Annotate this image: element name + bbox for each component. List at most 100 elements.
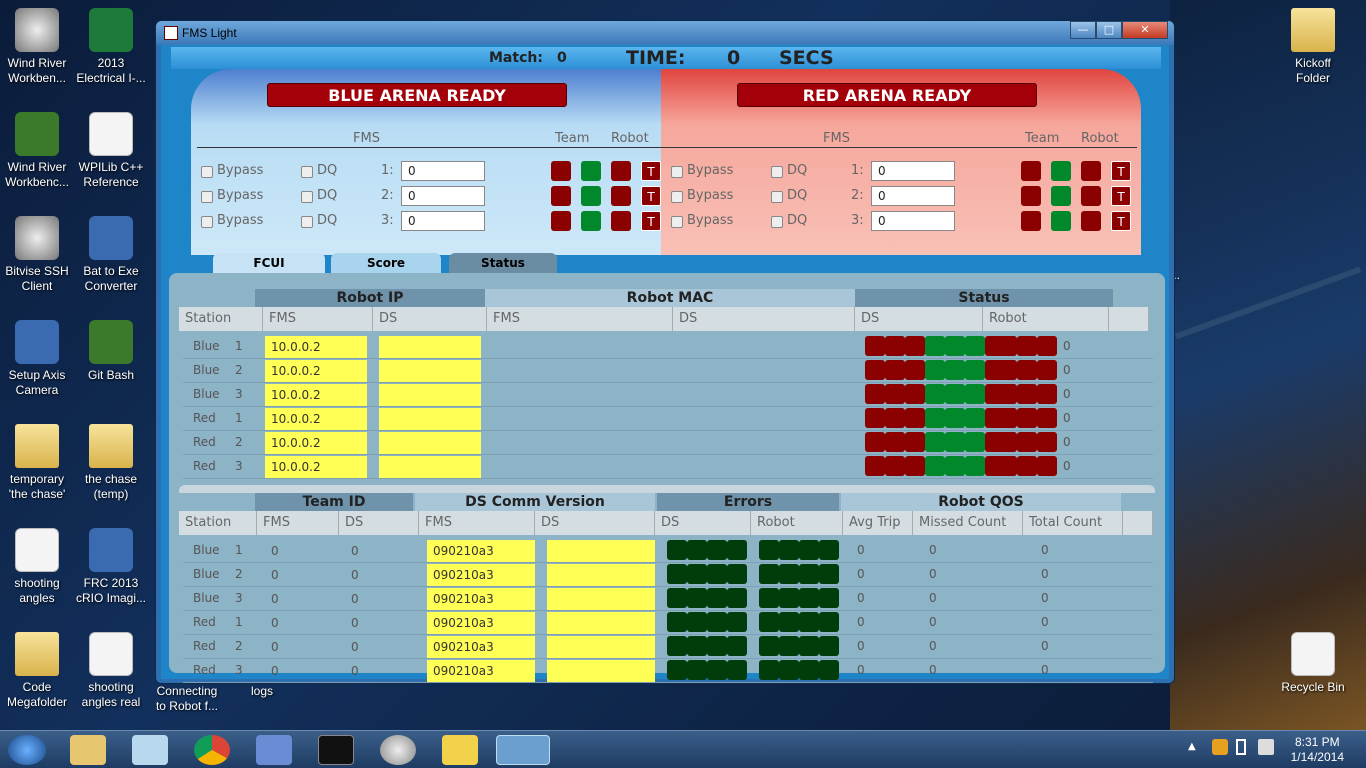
red-team-number-input[interactable]: 0 xyxy=(871,211,955,231)
table-row[interactable]: Red 3 10.0.0.2 0 xyxy=(183,455,1153,479)
red-dq-checkbox[interactable] xyxy=(771,216,783,228)
table-row[interactable]: Blue 3 10.0.0.2 0 xyxy=(183,383,1153,407)
red-bypass-checkbox[interactable] xyxy=(671,191,683,203)
blue-team-number-input[interactable]: 0 xyxy=(401,211,485,231)
ds-status-light xyxy=(945,384,965,404)
minimize-button[interactable]: — xyxy=(1070,21,1096,39)
ds-status-light xyxy=(885,456,905,476)
maximize-button[interactable]: □ xyxy=(1096,21,1122,39)
table-row[interactable]: Blue 1 10.0.0.2 0 xyxy=(183,335,1153,359)
desktop-icon[interactable]: Wind River Workben... xyxy=(0,8,74,86)
red-team-number-input[interactable]: 0 xyxy=(871,161,955,181)
blue-test-button[interactable]: T xyxy=(641,211,661,231)
explorer-icon[interactable] xyxy=(70,735,106,765)
desktop-icon-label: angles xyxy=(19,591,55,605)
blue-dq-checkbox[interactable] xyxy=(301,216,313,228)
red-test-button[interactable]: T xyxy=(1111,186,1131,206)
red-bypass-checkbox[interactable] xyxy=(671,166,683,178)
red-bypass-checkbox[interactable] xyxy=(671,216,683,228)
red-fms-label: FMS xyxy=(823,131,850,146)
infinity-icon[interactable] xyxy=(256,735,292,765)
robot-status-light xyxy=(1017,336,1037,356)
start-orb-icon[interactable] xyxy=(8,735,46,765)
table-row[interactable]: Blue 1 0 0 090210a3 0 0 0 xyxy=(183,539,1153,563)
notepad-icon[interactable] xyxy=(132,735,168,765)
close-button[interactable]: ✕ xyxy=(1122,21,1168,39)
ds-error-light xyxy=(687,636,707,656)
ds-status-light xyxy=(905,384,925,404)
windriver-icon[interactable] xyxy=(380,735,416,765)
tab-status[interactable]: Status xyxy=(449,253,557,273)
red-dq-checkbox[interactable] xyxy=(771,191,783,203)
show-hidden-icons-icon[interactable]: ▲ xyxy=(1188,741,1196,752)
station-name: Blue xyxy=(193,339,220,353)
battery-icon[interactable] xyxy=(1236,739,1246,755)
desktop-icon[interactable]: shooting angles real xyxy=(74,632,148,710)
labview-icon[interactable] xyxy=(442,735,478,765)
desktop-icon[interactable]: 2013 Electrical I-... xyxy=(74,8,148,86)
desktop-icon[interactable]: the chase (temp) xyxy=(74,424,148,502)
desktop-icon[interactable]: Code Megafolder xyxy=(0,632,74,710)
ds-version-ds xyxy=(547,540,655,562)
tab-fcui[interactable]: FCUI xyxy=(213,253,325,273)
table-row[interactable]: Red 1 10.0.0.2 0 xyxy=(183,407,1153,431)
robot-error-light xyxy=(799,660,819,680)
desktop-icon[interactable]: Wind River Workbenc... xyxy=(0,112,74,190)
match-label: Match: xyxy=(489,50,543,66)
ds-status-light xyxy=(925,336,945,356)
total-count: 0 xyxy=(1041,639,1049,653)
fms-icon[interactable] xyxy=(496,735,550,765)
blue-bypass-checkbox[interactable] xyxy=(201,166,213,178)
blue-test-button[interactable]: T xyxy=(641,161,661,181)
desktop-icon-label: Kickoff xyxy=(1295,56,1331,70)
ds-status-light xyxy=(965,384,985,404)
tab-score[interactable]: Score xyxy=(331,253,441,273)
ds-version-fms: 090210a3 xyxy=(427,540,535,562)
desktop-icon[interactable]: Bat to Exe Converter xyxy=(74,216,148,294)
desktop-icon[interactable]: Git Bash xyxy=(74,320,148,383)
column-header: Avg Trip xyxy=(843,511,913,535)
title-bar[interactable]: FMS Light — □ ✕ xyxy=(156,21,1174,45)
table-row[interactable]: Red 1 0 0 090210a3 0 0 0 xyxy=(183,611,1153,635)
table-row[interactable]: Blue 2 10.0.0.2 0 xyxy=(183,359,1153,383)
robot-error-light xyxy=(799,612,819,632)
table-row[interactable]: Blue 3 0 0 090210a3 0 0 0 xyxy=(183,587,1153,611)
red-dq-checkbox[interactable] xyxy=(771,166,783,178)
team-id-ds: 0 xyxy=(351,568,359,582)
chrome-icon[interactable] xyxy=(194,735,230,765)
blue-bypass-checkbox[interactable] xyxy=(201,191,213,203)
table-row[interactable]: Blue 2 0 0 090210a3 0 0 0 xyxy=(183,563,1153,587)
desktop-icon[interactable]: Kickoff Folder xyxy=(1276,8,1350,86)
ds-status-light xyxy=(865,336,885,356)
group-header: Team ID xyxy=(255,493,413,511)
red-test-button[interactable]: T xyxy=(1111,161,1131,181)
table-row[interactable]: Red 2 10.0.0.2 0 xyxy=(183,431,1153,455)
robot-error-light xyxy=(799,540,819,560)
cmd-icon[interactable] xyxy=(318,735,354,765)
desktop-icon[interactable]: temporary'the chase' xyxy=(0,424,74,502)
clock[interactable]: 8:31 PM 1/14/2014 xyxy=(1291,735,1344,765)
red-team-number-input[interactable]: 0 xyxy=(871,186,955,206)
blue-team-number-input[interactable]: 0 xyxy=(401,161,485,181)
desktop-icon[interactable]: FRC 2013 cRIO Imagi... xyxy=(74,528,148,606)
table-row[interactable]: Red 3 0 0 090210a3 0 0 0 xyxy=(183,659,1153,683)
table-row[interactable]: Red 2 0 0 090210a3 0 0 0 xyxy=(183,635,1153,659)
red-team-status-light xyxy=(1021,161,1041,181)
desktop-icon[interactable]: WPILib C++ Reference xyxy=(74,112,148,190)
ds-status-light xyxy=(865,384,885,404)
blue-bypass-checkbox[interactable] xyxy=(201,216,213,228)
desktop-icon[interactable]: Recycle Bin xyxy=(1276,632,1350,695)
ds-error-light xyxy=(687,660,707,680)
shortcut-icon xyxy=(89,424,133,468)
blue-dq-checkbox[interactable] xyxy=(301,191,313,203)
desktop-icon[interactable]: Setup Axis Camera xyxy=(0,320,74,398)
blue-test-button[interactable]: T xyxy=(641,186,661,206)
desktop-icon[interactable]: Bitvise SSH Client xyxy=(0,216,74,294)
desktop-icon[interactable]: shooting angles xyxy=(0,528,74,606)
action-center-icon[interactable] xyxy=(1212,739,1228,755)
blue-dq-checkbox[interactable] xyxy=(301,166,313,178)
blue-team-number-input[interactable]: 0 xyxy=(401,186,485,206)
volume-icon[interactable] xyxy=(1258,739,1274,755)
red-test-button[interactable]: T xyxy=(1111,211,1131,231)
robot-error-light xyxy=(779,636,799,656)
